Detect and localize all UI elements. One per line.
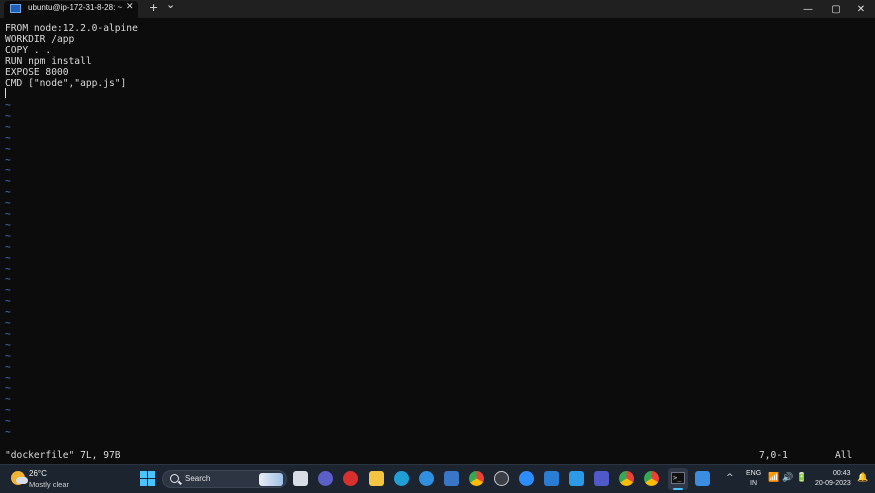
tab-dropdown-icon[interactable]: ⌄ xyxy=(166,0,175,12)
notification-icon[interactable]: 🔔 xyxy=(857,473,868,483)
network-app-icon[interactable] xyxy=(444,471,459,486)
close-window-button[interactable]: ✕ xyxy=(847,0,875,18)
tilde-line: ~ xyxy=(5,296,11,308)
terminal-area[interactable]: FROM node:12.2.0-alpine WORKDIR /app COP… xyxy=(0,18,875,464)
tilde-line: ~ xyxy=(5,307,11,319)
editor-line-2: WORKDIR /app xyxy=(5,34,75,45)
chrome-profile-icon[interactable] xyxy=(619,471,634,486)
tilde-line: ~ xyxy=(5,361,11,373)
search-icon xyxy=(170,474,179,483)
chrome-badge-icon[interactable] xyxy=(644,471,659,486)
weather-temp: 26°C xyxy=(29,469,47,478)
tilde-line: ~ xyxy=(5,209,11,220)
volume-icon[interactable]: 🔊 xyxy=(782,473,793,483)
github-icon[interactable] xyxy=(494,471,509,486)
weather-cloud-icon xyxy=(16,477,28,484)
tilde-line: ~ xyxy=(5,328,11,340)
status-scroll: All xyxy=(835,450,853,461)
photos-icon[interactable] xyxy=(695,471,710,486)
editor-line-1: FROM node:12.2.0-alpine xyxy=(5,23,138,34)
status-cursor-position: 7,0-1 xyxy=(759,450,788,461)
tilde-line: ~ xyxy=(5,143,11,155)
tilde-line: ~ xyxy=(5,176,11,188)
tilde-line: ~ xyxy=(5,383,11,395)
maximize-button[interactable]: ▢ xyxy=(822,0,850,18)
start-button[interactable] xyxy=(140,471,155,486)
tilde-line: ~ xyxy=(5,252,11,264)
status-file-info: "dockerfile" 7L, 97B xyxy=(5,450,121,461)
taskbar: 26°C Mostly clear Search >_ ^ ENG IN 📶 🔊… xyxy=(0,464,875,493)
clock-date[interactable]: 20-09-2023 xyxy=(815,480,851,487)
tilde-line: ~ xyxy=(5,339,11,351)
search-highlight-icon xyxy=(259,473,283,486)
chrome-icon[interactable] xyxy=(469,471,484,486)
text-cursor xyxy=(5,88,6,98)
tilde-line: ~ xyxy=(5,219,11,231)
tilde-line: ~ xyxy=(5,372,11,384)
weather-desc: Mostly clear xyxy=(29,480,70,489)
speedtest-icon[interactable] xyxy=(419,471,434,486)
tilde-line: ~ xyxy=(5,121,11,133)
editor-line-6: CMD ["node","app.js"] xyxy=(5,78,127,89)
minimize-button[interactable]: — xyxy=(794,0,822,18)
terminal-icon: >_ xyxy=(671,472,685,484)
tilde-line: ~ xyxy=(5,132,11,144)
new-tab-button[interactable]: + xyxy=(149,1,158,15)
language-code[interactable]: ENG xyxy=(746,470,761,477)
tilde-line: ~ xyxy=(5,394,11,406)
tray-overflow-icon[interactable]: ^ xyxy=(726,473,734,483)
tab-close-icon[interactable]: ✕ xyxy=(126,2,134,12)
tilde-line: ~ xyxy=(5,274,11,286)
tilde-line: ~ xyxy=(5,416,11,428)
terminal-taskbar-button[interactable]: >_ xyxy=(668,468,688,490)
language-region[interactable]: IN xyxy=(750,480,757,487)
tilde-line: ~ xyxy=(5,285,11,297)
title-bar: ubuntu@ip-172-31-8-28: ~ ✕ + ⌄ — ▢ ✕ xyxy=(0,0,875,18)
tilde-line: ~ xyxy=(5,198,11,210)
tilde-line: ~ xyxy=(5,405,11,417)
editor-line-5: EXPOSE 8000 xyxy=(5,67,69,78)
clock-time[interactable]: 00:43 xyxy=(833,470,851,477)
windows-logo-icon xyxy=(140,471,147,478)
tilde-line: ~ xyxy=(5,263,11,275)
tilde-line: ~ xyxy=(5,187,11,199)
edge-icon[interactable] xyxy=(394,471,409,486)
taskbar-search[interactable]: Search xyxy=(162,470,287,488)
tilde-line: ~ xyxy=(5,241,11,253)
terminal-tab[interactable]: ubuntu@ip-172-31-8-28: ~ ✕ xyxy=(4,1,138,18)
tilde-line: ~ xyxy=(5,230,11,242)
mail-icon[interactable] xyxy=(544,471,559,486)
zoom-icon[interactable] xyxy=(519,471,534,486)
meet-chat-icon[interactable] xyxy=(318,471,333,486)
tilde-line: ~ xyxy=(5,165,11,177)
task-view-icon[interactable] xyxy=(293,471,308,486)
tab-title: ubuntu@ip-172-31-8-28: ~ xyxy=(28,3,123,12)
wifi-icon[interactable]: 📶 xyxy=(768,473,779,483)
editor-line-4: RUN npm install xyxy=(5,56,92,67)
search-label: Search xyxy=(185,474,211,483)
store-icon[interactable] xyxy=(569,471,584,486)
tilde-line: ~ xyxy=(5,318,11,329)
terminal-tab-icon xyxy=(10,4,21,13)
file-explorer-icon[interactable] xyxy=(369,471,384,486)
battery-icon[interactable]: 🔋 xyxy=(796,473,807,483)
tilde-line: ~ xyxy=(5,350,11,362)
tilde-line: ~ xyxy=(5,100,11,111)
tilde-line: ~ xyxy=(5,427,11,438)
editor-line-3: COPY . . xyxy=(5,45,52,56)
opera-icon[interactable] xyxy=(343,471,358,486)
teams-icon[interactable] xyxy=(594,471,609,486)
tilde-line: ~ xyxy=(5,154,11,166)
tilde-line: ~ xyxy=(5,110,11,122)
active-indicator xyxy=(673,488,683,490)
